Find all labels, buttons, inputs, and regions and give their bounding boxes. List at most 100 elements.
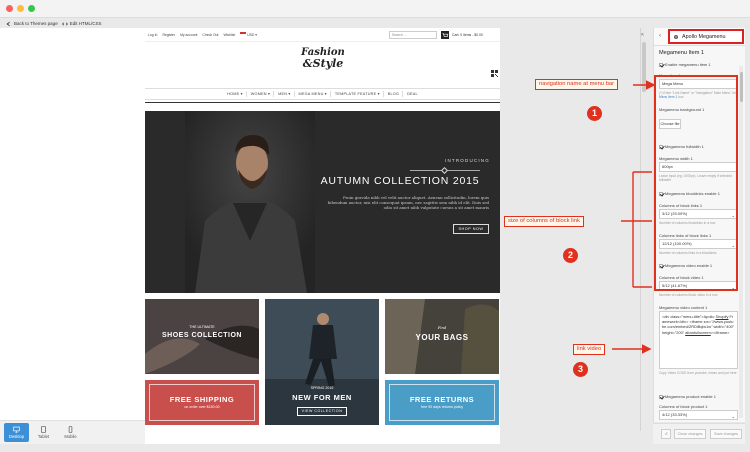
site-logo[interactable]: Fashion &Style (287, 48, 359, 88)
tile-shoes[interactable]: THE ULTIMATE SHOES COLLECTION (145, 299, 259, 374)
cols-product-select[interactable]: 4/12 (33.33%) ⌄ (659, 410, 738, 420)
cart-summary[interactable]: Cart: 0 items - $0.00 (452, 33, 483, 37)
hero-banner: INTRODUCING AUTUMN COLLECTION 2015 Proin… (145, 111, 500, 293)
tile-bags-subtitle: Find (437, 326, 447, 330)
device-desktop-button[interactable]: Desktop (4, 423, 29, 442)
login-link[interactable]: Log In (148, 33, 157, 37)
step-1-badge: 1 (587, 106, 602, 121)
nav-mega-menu[interactable]: MEGA MENU ▾ (296, 91, 331, 97)
currency-selector[interactable]: USD ▾ (240, 32, 257, 37)
device-tablet-label: Tablet (37, 434, 50, 439)
preview-scrollbar[interactable] (640, 28, 647, 431)
site-preview: Log In Register My account Check Out Wis… (145, 28, 500, 431)
device-desktop-label: Desktop (8, 434, 25, 439)
gear-icon (674, 34, 678, 39)
qr-code-icon[interactable] (491, 70, 498, 77)
nav-blog[interactable]: BLOG (385, 91, 404, 97)
section-heading: Megamenu Item 1 (659, 50, 705, 56)
collapse-panel-icon[interactable]: ⇱ (641, 32, 646, 37)
hero-title: AUTUMN COLLECTION 2015 (320, 175, 480, 187)
hero-shop-now-button[interactable]: SHOP NOW (453, 224, 489, 234)
checkbox-checked-icon (659, 62, 663, 67)
tile-free-shipping[interactable]: FREE SHIPPING on order over $150.00 (145, 380, 259, 425)
device-mobile-label: Mobile (64, 434, 77, 439)
nav-men[interactable]: MEN ▾ (275, 91, 295, 97)
checkbox-checked-icon (659, 394, 663, 399)
save-changes-button[interactable]: Save changes (710, 429, 742, 439)
tile-free-returns[interactable]: FREE RETURNS free 90 days returns policy (385, 380, 499, 425)
panel-footer: ↺ Close changes Save changes (653, 423, 745, 444)
tile-men-title: NEW FOR MEN (292, 393, 352, 402)
cart-icon[interactable] (441, 31, 449, 39)
tile-shoes-title: SHOES COLLECTION (162, 332, 242, 339)
hero-description: Proin gravida nibh vel velit auctor aliq… (327, 195, 489, 211)
cols-product-value: 4/12 (33.33%) (662, 412, 688, 417)
device-mobile-button[interactable]: Mobile (58, 423, 83, 442)
mobile-icon (68, 426, 73, 433)
editor-toolbar: Back to Themes page Edit HTML/CSS (6, 19, 144, 28)
enable-megamenu-item-label: Enable megamenu item 1 (665, 62, 711, 67)
hero-intro: INTRODUCING (445, 158, 490, 163)
nav-name-callout: navigation name at menu bar (535, 79, 619, 90)
panel-back-icon[interactable]: ‹ (659, 33, 665, 39)
nav-home[interactable]: HOME ▾ (224, 91, 247, 97)
device-switcher: Desktop Tablet Mobile (0, 420, 145, 444)
columns-size-callout: size of columns of block link (504, 216, 584, 227)
currency-label: USD (247, 33, 255, 37)
arrow-left-icon (6, 21, 10, 26)
cols-product-label: Columns of block product 1 (659, 404, 708, 409)
undo-icon[interactable]: ↺ (661, 429, 671, 439)
hero-model-image (185, 111, 315, 293)
panel-header: ‹ Apollo Megamenu (654, 28, 745, 46)
site-search-input[interactable]: Search ... (389, 31, 437, 39)
nav-deal[interactable]: DEAL (404, 91, 421, 97)
hero-diamond-icon (440, 166, 449, 175)
close-window-icon[interactable] (6, 5, 13, 12)
zoom-window-icon[interactable] (28, 5, 35, 12)
my-account-link[interactable]: My account (180, 33, 197, 37)
video-content-label: Megamenu video content 1 (659, 305, 708, 310)
close-changes-button[interactable]: Close changes (674, 429, 706, 439)
main-navigation: HOME ▾ WOMEN ▾ MEN ▾ MEGA MENU ▾ TEMPLAT… (145, 88, 500, 100)
panel-title[interactable]: Apollo Megamenu (668, 29, 744, 44)
tile-bags[interactable]: Find YOUR BAGS (385, 299, 499, 374)
nav-template-feature[interactable]: TEMPLATE FEATURE ▾ (332, 91, 384, 97)
link-video-callout: link video (573, 344, 606, 355)
nav-women[interactable]: WOMEN ▾ (248, 91, 275, 97)
view-collection-button[interactable]: VIEW COLLECTION (297, 407, 347, 416)
video-content-part-4: allowfullscreen (685, 329, 711, 335)
product-enable-checkbox[interactable]: Megamenu product enable 1 (659, 394, 716, 399)
video-content-textarea[interactable]: <div class="menu-title">Apollo Shopify F… (659, 311, 738, 369)
tile-returns-subtitle: free 90 days returns policy (420, 405, 464, 409)
tile-bags-title: YOUR BAGS (415, 333, 469, 342)
minimize-window-icon[interactable] (17, 5, 24, 12)
preview-scrollbar-thumb[interactable] (642, 42, 646, 92)
register-link[interactable]: Register (162, 33, 175, 37)
product-enable-label: Megamenu product enable 1 (665, 394, 716, 399)
tile-men-subtitle: SPRING 2015 (310, 386, 334, 390)
checkout-link[interactable]: Check Out (202, 33, 218, 37)
edit-html-css-link[interactable]: Edit HTML/CSS (61, 21, 101, 27)
code-icon (61, 22, 68, 25)
logo-line-2: &Style (302, 57, 344, 70)
back-to-themes-link[interactable]: Back to Themes page (6, 21, 58, 27)
panel-scrollbar-thumb[interactable] (739, 72, 743, 102)
window-titlebar (0, 0, 750, 17)
tile-returns-title: FREE RETURNS (409, 395, 475, 404)
device-tablet-button[interactable]: Tablet (31, 423, 56, 442)
tablet-icon (41, 426, 46, 433)
back-to-themes-label: Back to Themes page (14, 21, 58, 26)
step-3-badge: 3 (573, 362, 588, 377)
step-2-badge: 2 (563, 248, 578, 263)
tile-shoes-subtitle: THE ULTIMATE (189, 325, 215, 329)
enable-megamenu-item-checkbox[interactable]: Enable megamenu item 1 (659, 62, 711, 67)
site-footer-strip (145, 431, 500, 444)
desktop-icon (13, 426, 20, 433)
chevron-down-icon: ⌄ (731, 414, 735, 419)
tile-men[interactable]: SPRING 2015 NEW FOR MEN VIEW COLLECTION (265, 299, 379, 425)
wishlist-link[interactable]: Wishlist (223, 33, 235, 37)
site-topbar: Log In Register My account Check Out Wis… (145, 28, 500, 42)
panel-scrollbar[interactable] (739, 66, 743, 418)
highlight-box-settings (654, 75, 738, 291)
us-flag-icon (240, 32, 247, 36)
